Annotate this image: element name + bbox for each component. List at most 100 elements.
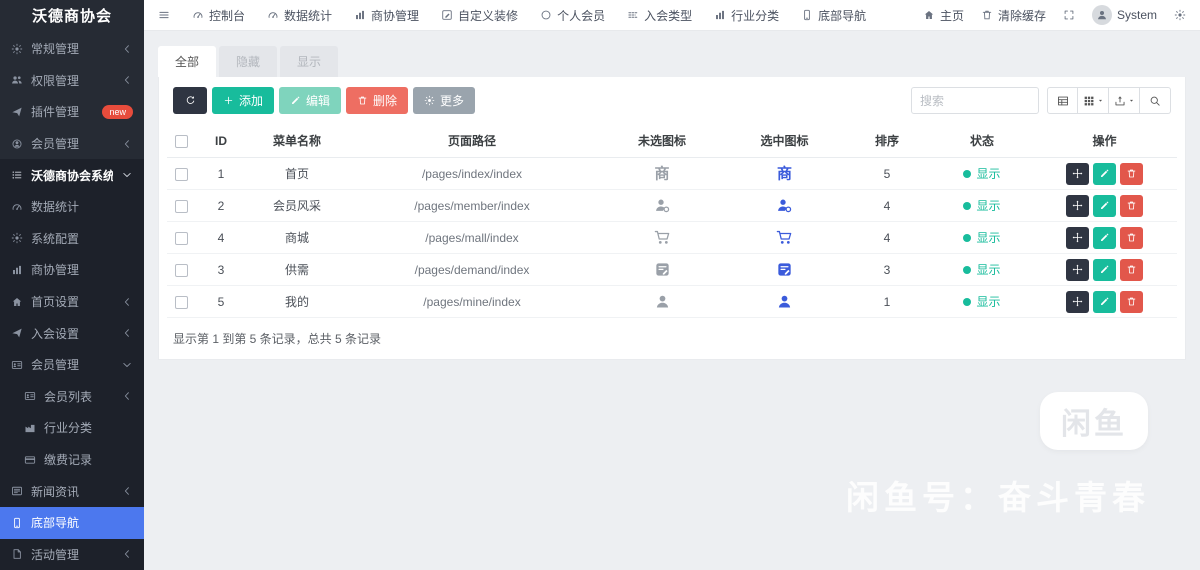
sidebar-item-10[interactable]: 会员管理 bbox=[0, 349, 144, 381]
navbar-tab-label: 控制台 bbox=[209, 7, 245, 24]
sidebar-item-5[interactable]: 数据统计 bbox=[0, 191, 144, 223]
delete-button[interactable]: 删除 bbox=[346, 87, 408, 114]
row-checkbox[interactable] bbox=[175, 264, 188, 277]
user-circle-icon bbox=[11, 138, 23, 150]
idcard-icon bbox=[11, 359, 23, 371]
cell-id: 4 bbox=[195, 222, 247, 254]
row-checkbox[interactable] bbox=[175, 168, 188, 181]
row-edit-button[interactable] bbox=[1093, 291, 1116, 313]
sidebar-item-9[interactable]: 入会设置 bbox=[0, 317, 144, 349]
cell-page-path: /pages/mine/index bbox=[347, 286, 597, 318]
navbar-tab-1[interactable]: 数据统计 bbox=[267, 7, 332, 24]
top-navbar: 控制台 数据统计 商协管理 自定义装修 个人会员 入会类型 行业分类 底部导航 主页 清除缓存… bbox=[144, 0, 1200, 31]
select-all-checkbox[interactable] bbox=[175, 135, 188, 148]
row-checkbox[interactable] bbox=[175, 200, 188, 213]
navbar-tab-5[interactable]: 入会类型 bbox=[627, 7, 692, 24]
clear-cache-button[interactable]: 清除缓存 bbox=[981, 7, 1046, 24]
navbar-tab-4[interactable]: 个人会员 bbox=[540, 7, 605, 24]
cell-page-path: /pages/mall/index bbox=[347, 222, 597, 254]
navbar-tab-0[interactable]: 控制台 bbox=[192, 7, 245, 24]
sidebar-item-2[interactable]: 插件管理new bbox=[0, 96, 144, 128]
status-dot-icon bbox=[963, 298, 971, 306]
add-button[interactable]: 添加 bbox=[212, 87, 274, 114]
row-edit-button[interactable] bbox=[1093, 195, 1116, 217]
send-icon bbox=[11, 327, 23, 339]
sidebar-item-12[interactable]: 行业分类 bbox=[0, 412, 144, 444]
navbar-tab-3[interactable]: 自定义装修 bbox=[441, 7, 518, 24]
row-edit-button[interactable] bbox=[1093, 163, 1116, 185]
search-button[interactable] bbox=[1140, 87, 1171, 114]
column-header-0: ID bbox=[195, 124, 247, 158]
cell-sort: 4 bbox=[842, 222, 932, 254]
more-button[interactable]: 更多 bbox=[413, 87, 475, 114]
sidebar-item-14[interactable]: 新闻资讯 bbox=[0, 475, 144, 507]
sidebar-item-11[interactable]: 会员列表 bbox=[0, 381, 144, 413]
sidebar-item-8[interactable]: 首页设置 bbox=[0, 286, 144, 318]
row-delete-button[interactable] bbox=[1120, 195, 1143, 217]
trash-icon bbox=[1126, 168, 1137, 179]
sidebar-item-7[interactable]: 商协管理 bbox=[0, 254, 144, 286]
cell-selected-icon bbox=[727, 286, 842, 318]
column-header-7: 操作 bbox=[1032, 124, 1177, 158]
row-edit-button[interactable] bbox=[1093, 227, 1116, 249]
navbar-tab-2[interactable]: 商协管理 bbox=[354, 7, 419, 24]
sidebar-toggle-button[interactable] bbox=[158, 9, 170, 21]
sidebar-item-13[interactable]: 缴费记录 bbox=[0, 444, 144, 476]
chevron-down-icon bbox=[121, 359, 133, 371]
mobile-icon bbox=[801, 9, 813, 21]
filter-tab-1[interactable]: 隐藏 bbox=[219, 46, 277, 77]
row-move-button[interactable] bbox=[1066, 195, 1089, 217]
sidebar-item-6[interactable]: 系统配置 bbox=[0, 223, 144, 255]
cell-menu-name: 商城 bbox=[247, 222, 347, 254]
table-header-row: ID菜单名称页面路径未选图标选中图标排序状态操作 bbox=[167, 124, 1177, 158]
columns-button[interactable] bbox=[1078, 87, 1109, 114]
idcard-icon bbox=[24, 390, 36, 402]
status-badge: 显示 bbox=[963, 293, 1000, 310]
sidebar-item-16[interactable]: 活动管理 bbox=[0, 539, 144, 570]
row-edit-button[interactable] bbox=[1093, 259, 1116, 281]
edit-button[interactable]: 编辑 bbox=[279, 87, 341, 114]
search-input[interactable] bbox=[911, 87, 1039, 114]
cell-status: 显示 bbox=[932, 286, 1032, 318]
pencil-icon bbox=[1099, 168, 1110, 179]
row-checkbox[interactable] bbox=[175, 296, 188, 309]
row-delete-button[interactable] bbox=[1120, 163, 1143, 185]
row-move-button[interactable] bbox=[1066, 259, 1089, 281]
navbar-tab-7[interactable]: 底部导航 bbox=[801, 7, 866, 24]
user-menu[interactable]: System bbox=[1092, 5, 1157, 25]
sidebar-item-3[interactable]: 会员管理 bbox=[0, 128, 144, 160]
sidebar-item-0[interactable]: 常规管理 bbox=[0, 33, 144, 65]
row-move-button[interactable] bbox=[1066, 227, 1089, 249]
home-link[interactable]: 主页 bbox=[923, 7, 964, 24]
navbar-right: 主页 清除缓存 System bbox=[923, 5, 1186, 25]
row-delete-button[interactable] bbox=[1120, 291, 1143, 313]
unselected-icon bbox=[654, 229, 671, 246]
row-delete-button[interactable] bbox=[1120, 259, 1143, 281]
sidebar-item-label: 会员管理 bbox=[31, 135, 113, 152]
sidebar-item-4[interactable]: 沃德商协会系统 bbox=[0, 159, 144, 191]
sidebar-item-15[interactable]: 底部导航 bbox=[0, 507, 144, 539]
main-content: 全部隐藏显示 添加 编辑 删除 更多 bbox=[144, 31, 1200, 570]
cell-unselected-icon bbox=[597, 190, 727, 222]
fullscreen-button[interactable] bbox=[1063, 9, 1075, 21]
cell-menu-name: 供需 bbox=[247, 254, 347, 286]
row-move-button[interactable] bbox=[1066, 163, 1089, 185]
toggle-view-button[interactable] bbox=[1047, 87, 1078, 114]
row-checkbox[interactable] bbox=[175, 232, 188, 245]
settings-button[interactable] bbox=[1174, 9, 1186, 21]
row-delete-button[interactable] bbox=[1120, 227, 1143, 249]
filter-tab-2[interactable]: 显示 bbox=[280, 46, 338, 77]
table-icon bbox=[1057, 95, 1069, 107]
pencil-icon bbox=[1099, 296, 1110, 307]
sidebar-item-1[interactable]: 权限管理 bbox=[0, 65, 144, 97]
cell-unselected-icon bbox=[597, 254, 727, 286]
mobile-icon bbox=[11, 517, 23, 529]
export-button[interactable] bbox=[1109, 87, 1140, 114]
navbar-tab-6[interactable]: 行业分类 bbox=[714, 7, 779, 24]
sidebar-item-label: 插件管理 bbox=[31, 103, 94, 120]
refresh-button[interactable] bbox=[173, 87, 207, 114]
delete-label: 删除 bbox=[373, 92, 397, 109]
filter-tab-0[interactable]: 全部 bbox=[158, 46, 216, 77]
row-move-button[interactable] bbox=[1066, 291, 1089, 313]
table-toolbar: 添加 编辑 删除 更多 bbox=[167, 77, 1177, 124]
